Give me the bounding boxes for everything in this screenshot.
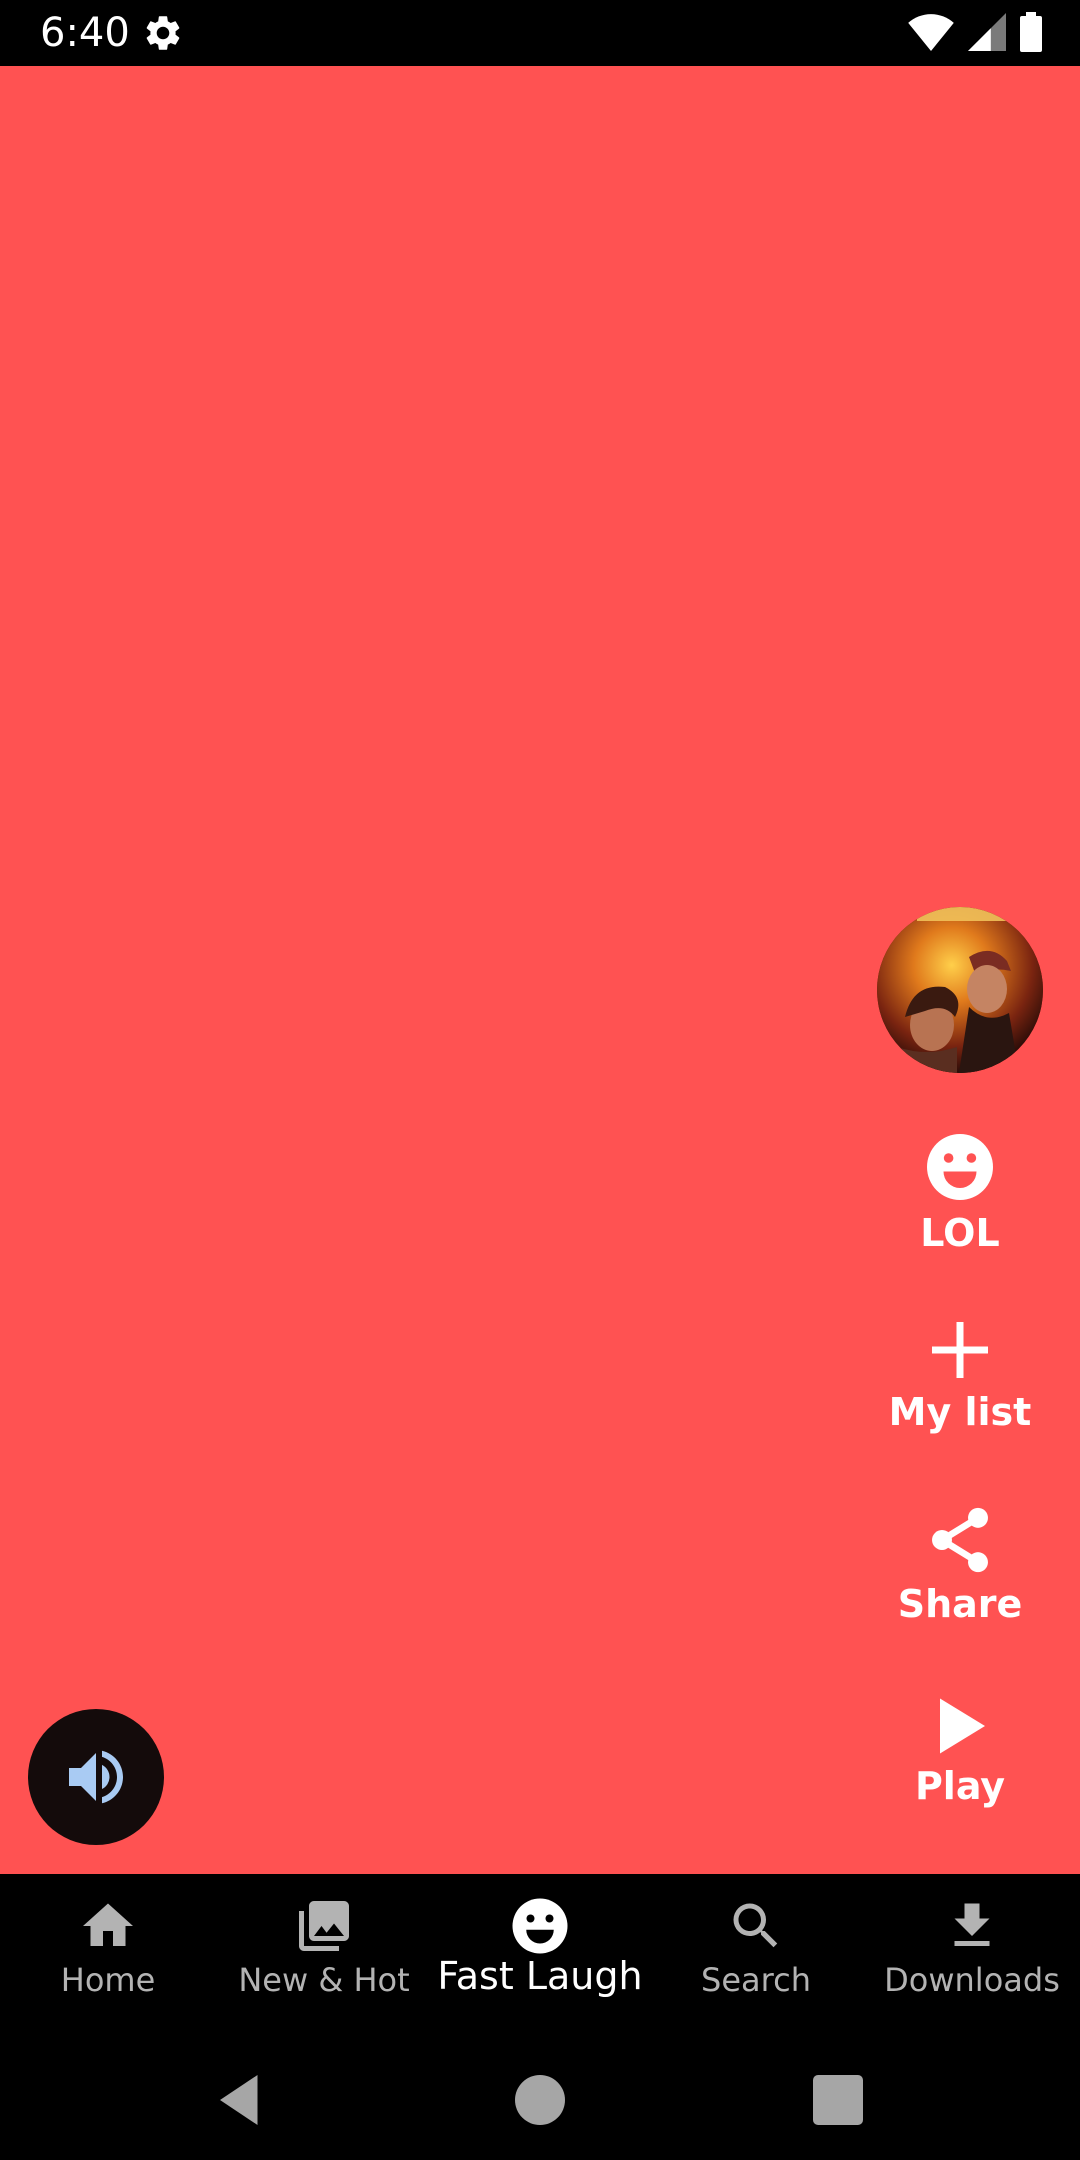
cellular-signal-icon xyxy=(968,13,1006,51)
settings-icon xyxy=(146,16,180,50)
lol-label: LOL xyxy=(920,1211,1000,1255)
nav-new-and-hot[interactable]: New & Hot xyxy=(216,1896,432,2000)
home-circle-icon[interactable] xyxy=(510,2070,570,2130)
nav-fast-laugh-label: Fast Laugh xyxy=(437,1954,643,1998)
bottom-nav: Home New & Hot Fast Laugh Search Downloa… xyxy=(0,1874,1080,2040)
recents-icon[interactable] xyxy=(808,2070,868,2130)
home-icon xyxy=(83,1903,133,1946)
my-list-button[interactable]: My list xyxy=(880,1322,1040,1434)
nav-home-label: Home xyxy=(60,1961,156,1999)
poster-image xyxy=(877,907,1043,1073)
system-nav-bar xyxy=(0,2040,1080,2160)
my-list-label: My list xyxy=(888,1390,1032,1434)
status-bar: 6:40 xyxy=(0,0,1080,66)
lol-button[interactable]: LOL xyxy=(880,1131,1040,1255)
screen: 6:40 LOL My list Share Play Home New & H… xyxy=(0,0,1080,2160)
nav-home[interactable]: Home xyxy=(0,1896,216,2000)
nav-search-label: Search xyxy=(701,1961,811,1999)
nav-downloads[interactable]: Downloads xyxy=(864,1896,1080,2000)
back-icon[interactable] xyxy=(210,2070,270,2130)
nav-downloads-label: Downloads xyxy=(884,1961,1060,1999)
volume-on-icon xyxy=(69,1750,123,1804)
laughing-face-icon xyxy=(512,1898,568,1954)
plus-icon xyxy=(932,1322,988,1378)
laughing-face-icon xyxy=(927,1134,993,1200)
photo-library-icon xyxy=(299,1901,349,1951)
title-poster[interactable] xyxy=(877,907,1043,1073)
status-time: 6:40 xyxy=(40,10,130,56)
status-icons xyxy=(908,12,1042,52)
download-icon xyxy=(954,1903,990,1946)
nav-fast-laugh[interactable]: Fast Laugh xyxy=(432,1896,648,1996)
play-button[interactable]: Play xyxy=(880,1698,1040,1808)
share-icon xyxy=(932,1507,988,1573)
play-label: Play xyxy=(914,1764,1006,1808)
share-button[interactable]: Share xyxy=(880,1504,1040,1626)
play-icon xyxy=(940,1698,985,1754)
nav-new-and-hot-label: New & Hot xyxy=(238,1961,410,1999)
battery-icon xyxy=(1020,12,1042,52)
nav-search[interactable]: Search xyxy=(648,1896,864,2000)
sound-toggle-button[interactable] xyxy=(28,1709,164,1845)
search-icon xyxy=(733,1903,778,1948)
share-label: Share xyxy=(897,1582,1023,1626)
wifi-icon xyxy=(908,14,954,51)
video-area[interactable]: LOL My list Share Play xyxy=(0,66,1080,1874)
